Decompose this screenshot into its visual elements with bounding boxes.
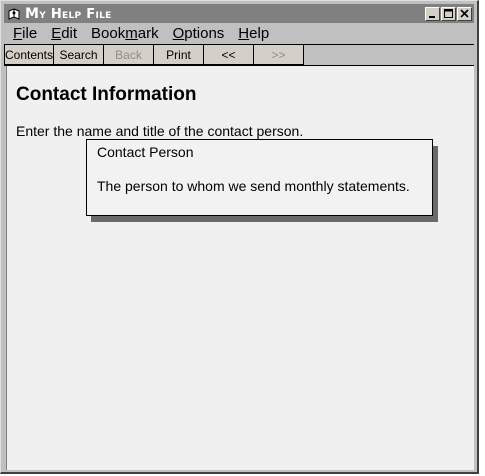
menu-options[interactable]: Options — [168, 25, 230, 42]
toolbar: Contents Search Back Print << >> — [4, 44, 474, 66]
title-bar[interactable]: My Help File — [4, 4, 474, 23]
browse-previous-label: << — [221, 47, 236, 62]
popup-title: Contact Person — [97, 144, 194, 160]
help-topic-content: Contact Information Enter the name and t… — [6, 66, 474, 470]
print-label: Print — [166, 47, 191, 62]
browse-next-button[interactable]: >> — [254, 44, 304, 65]
search-button[interactable]: Search — [54, 44, 104, 65]
back-label: Back — [115, 47, 142, 62]
menu-edit[interactable]: Edit — [46, 25, 82, 42]
contents-label: Contents — [4, 47, 54, 62]
print-button[interactable]: Print — [154, 44, 204, 65]
body-prefix: Enter the name and title of the — [16, 123, 208, 139]
menu-help[interactable]: Help — [233, 25, 274, 42]
window-title: My Help File — [25, 5, 112, 22]
menu-bar: File Edit Bookmark Options Help — [4, 23, 474, 43]
maximize-icon[interactable] — [441, 6, 456, 21]
topic-body: Enter the name and title of the contact … — [16, 123, 304, 140]
menu-file[interactable]: File — [8, 25, 42, 42]
back-button[interactable]: Back — [104, 44, 154, 65]
contact-person-link[interactable]: contact person — [207, 123, 300, 140]
topic-heading: Contact Information — [16, 84, 197, 105]
definition-popup[interactable]: Contact Person The person to whom we sen… — [86, 139, 433, 216]
browse-next-label: >> — [271, 47, 286, 62]
close-icon[interactable] — [457, 6, 472, 21]
body-suffix: . — [299, 123, 304, 139]
help-book-icon[interactable] — [6, 6, 22, 22]
window-controls — [425, 6, 472, 21]
popup-description: The person to whom we send monthly state… — [97, 178, 410, 194]
browse-previous-button[interactable]: << — [204, 44, 254, 65]
search-label: Search — [59, 47, 98, 62]
menu-bookmark[interactable]: Bookmark — [86, 25, 164, 42]
contents-button[interactable]: Contents — [4, 44, 54, 65]
help-window: My Help File File Edit Bookmark Options … — [0, 0, 479, 474]
minimize-icon[interactable] — [425, 6, 440, 21]
toolbar-spacer — [304, 44, 474, 65]
